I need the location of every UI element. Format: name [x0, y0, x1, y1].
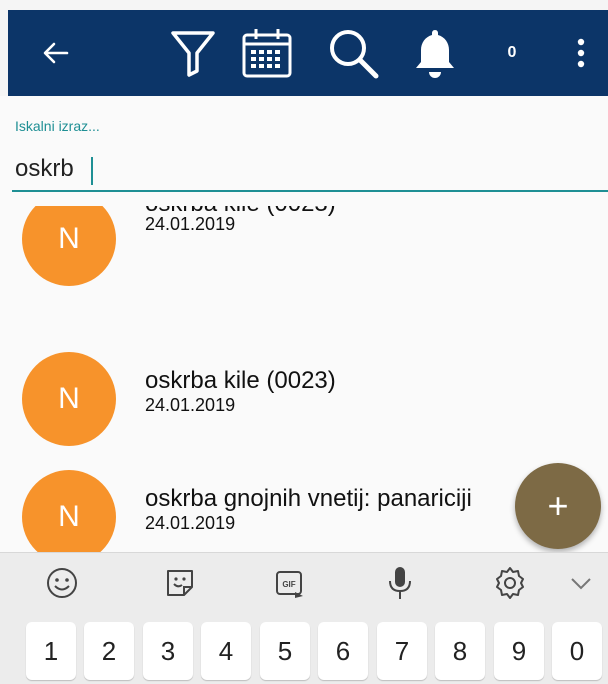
avatar: N — [22, 470, 116, 552]
emoji-icon[interactable] — [32, 553, 92, 613]
list-item[interactable]: N oskrba kile (0023) 24.01.2019 — [0, 206, 608, 292]
sticker-icon[interactable] — [150, 553, 210, 613]
key-4[interactable]: 4 — [201, 622, 251, 680]
item-title: oskrba kile (0023) — [145, 367, 336, 394]
settings-icon[interactable] — [480, 553, 540, 613]
key-6[interactable]: 6 — [318, 622, 368, 680]
key-1[interactable]: 1 — [26, 622, 76, 680]
key-5[interactable]: 5 — [260, 622, 310, 680]
back-arrow-icon[interactable] — [36, 10, 76, 96]
item-title: oskrba gnojnih vnetij: panariciji — [145, 485, 472, 512]
item-date: 24.01.2019 — [145, 395, 236, 415]
avatar: N — [22, 352, 116, 446]
gif-icon[interactable]: GIF — [260, 553, 320, 613]
add-button[interactable]: + — [515, 463, 601, 549]
avatar: N — [22, 206, 116, 286]
list-item[interactable]: N oskrba kile (0023) 24.01.2019 — [0, 352, 608, 452]
more-vert-icon[interactable] — [566, 10, 596, 96]
keyboard-toolbar: GIF — [0, 552, 608, 612]
filter-icon[interactable] — [164, 10, 222, 96]
key-8[interactable]: 8 — [435, 622, 485, 680]
calendar-icon[interactable] — [238, 10, 296, 96]
key-0[interactable]: 0 — [552, 622, 602, 680]
item-date: 24.01.2019 — [145, 513, 236, 533]
key-2[interactable]: 2 — [84, 622, 134, 680]
app-bar: 0 — [8, 10, 608, 96]
key-7[interactable]: 7 — [377, 622, 427, 680]
key-3[interactable]: 3 — [143, 622, 193, 680]
chevron-down-icon[interactable] — [556, 553, 606, 613]
microphone-icon[interactable] — [370, 553, 430, 613]
text-caret — [91, 157, 93, 185]
bell-icon[interactable] — [406, 10, 464, 96]
notification-count[interactable]: 0 — [492, 10, 532, 96]
search-label: Iskalni izraz... — [15, 118, 100, 134]
keyboard-number-row: 1 2 3 4 5 6 7 8 9 0 — [0, 612, 608, 684]
svg-text:GIF: GIF — [282, 580, 295, 589]
search-input[interactable] — [12, 148, 608, 192]
search-icon[interactable] — [324, 10, 382, 96]
item-date: 24.01.2019 — [145, 214, 236, 234]
key-9[interactable]: 9 — [494, 622, 544, 680]
search-area: Iskalni izraz... — [0, 96, 608, 206]
